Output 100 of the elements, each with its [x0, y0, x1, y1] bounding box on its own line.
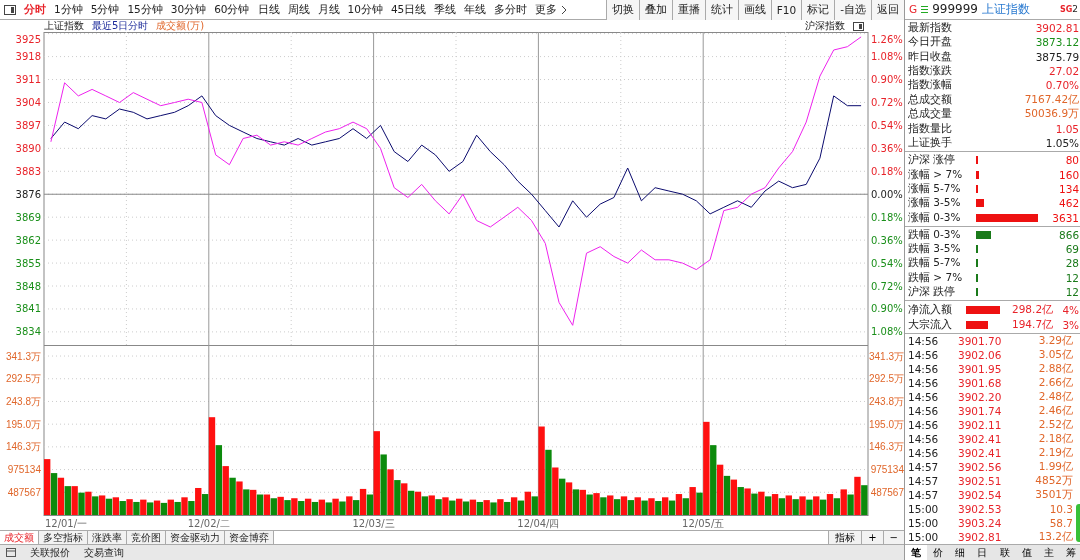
tick-volume: 58.7: [1049, 517, 1074, 530]
chevron-right-icon[interactable]: [561, 4, 568, 15]
axis-label: 3834: [15, 326, 41, 338]
breadth-count: 12: [1065, 271, 1080, 284]
breadth-label: 涨幅 0-3%: [908, 210, 962, 225]
measure-label: 成交额(万): [156, 20, 205, 32]
axis-label: 0.00%: [871, 188, 903, 200]
tick-time: 14:57: [908, 489, 940, 502]
panel-toggle-icon[interactable]: [853, 21, 864, 31]
period-tab[interactable]: 年线: [460, 2, 491, 17]
period-tab[interactable]: 多分时: [490, 2, 532, 17]
axis-label: 3918: [15, 51, 41, 63]
indicator-tab[interactable]: 涨跌率: [88, 531, 127, 544]
toolbar-button[interactable]: 标记: [801, 0, 835, 20]
period-tab[interactable]: 45日线: [386, 2, 431, 17]
breadth-label: 涨幅 3-5%: [908, 196, 962, 211]
tick-price: 3901.95: [958, 363, 1003, 376]
breadth-label: 沪深 跌停: [908, 285, 957, 300]
tick-price: 3902.41: [958, 433, 1003, 446]
tick-price: 3901.68: [958, 377, 1003, 390]
stat-label: 今日开盘: [908, 35, 952, 50]
period-tab[interactable]: 60分钟: [210, 2, 254, 17]
stat-value: 7167.42亿: [1024, 92, 1080, 107]
bottom-link[interactable]: 关联报价: [30, 545, 70, 560]
period-tab[interactable]: 周线: [283, 2, 314, 17]
indicator-tab[interactable]: 资金博弈: [225, 531, 274, 544]
period-tab[interactable]: 10分钟: [343, 2, 387, 17]
toolbar-button[interactable]: 叠加: [638, 0, 672, 20]
breadth-label: 跌幅 0-3%: [908, 227, 962, 242]
panel-tab[interactable]: 笔: [905, 545, 928, 560]
bottom-link[interactable]: 交易查询: [84, 545, 124, 560]
flow-label: 大宗流入: [908, 317, 953, 332]
toolbar-button[interactable]: 切换: [605, 0, 639, 20]
tick-time: 14:56: [908, 363, 940, 376]
tick-price: 3902.53: [958, 503, 1003, 516]
date-label: 12/02/二: [187, 518, 230, 529]
security-code: 999999: [932, 2, 978, 17]
indicator-control[interactable]: 指标: [828, 531, 862, 544]
axis-label: 3897: [15, 119, 41, 131]
breadth-count: 866: [1059, 228, 1080, 241]
stat-value: 1.05%: [1045, 137, 1080, 150]
indicator-control[interactable]: −: [882, 531, 904, 544]
axis-label: 3904: [15, 96, 41, 108]
axis-label: 146.3万: [868, 441, 904, 453]
axis-label: 3925: [15, 33, 41, 45]
breadth-count: 462: [1059, 197, 1080, 210]
axis-label: 487567: [7, 486, 41, 498]
tick-time: 14:56: [908, 349, 940, 362]
panel-toggle-icon[interactable]: [4, 4, 16, 15]
period-tab[interactable]: 日线: [253, 2, 284, 17]
toolbar-button[interactable]: 重播: [671, 0, 705, 20]
tick-volume: 3501万: [1035, 488, 1074, 503]
axis-label: 3890: [15, 142, 41, 154]
axis-label: 1.08%: [871, 326, 903, 338]
toolbar-button[interactable]: 统计: [704, 0, 738, 20]
tick-time: 14:56: [908, 419, 940, 432]
axis-label: 1.08%: [871, 51, 903, 63]
date-label: 12/04/四: [517, 518, 560, 529]
tick-price: 3902.20: [958, 391, 1003, 404]
period-tab[interactable]: 月线: [313, 2, 344, 17]
tick-time: 14:56: [908, 335, 940, 348]
axis-label: 3869: [15, 211, 41, 223]
stat-label: 指数量比: [908, 121, 952, 136]
axis-label: 292.5万: [5, 373, 41, 385]
period-tab[interactable]: 30分钟: [166, 2, 211, 17]
stat-label: 总成交量: [908, 107, 952, 122]
tick-volume: 2.48亿: [1038, 390, 1074, 405]
indicator-tab[interactable]: 竞价图: [127, 531, 166, 544]
flow-amount: 194.7亿: [1012, 317, 1054, 332]
toolbar-button[interactable]: 画线: [737, 0, 771, 20]
period-tab[interactable]: 1分钟: [50, 2, 87, 17]
tick-price: 3902.81: [958, 531, 1003, 544]
window-icon[interactable]: [6, 548, 16, 557]
menu-icon[interactable]: [921, 4, 929, 14]
indicator-tab[interactable]: 资金驱动力: [166, 531, 225, 544]
breadth-label: 跌幅 3-5%: [908, 242, 962, 257]
flow-bar: [966, 320, 989, 329]
tick-volume: 2.46亿: [1038, 404, 1074, 419]
period-tab[interactable]: 分时: [20, 2, 50, 17]
axis-label: 3855: [15, 257, 41, 269]
tick-volume: 2.52亿: [1038, 418, 1074, 433]
tick-time: 14:56: [908, 405, 940, 418]
indicator-control[interactable]: +: [861, 531, 883, 544]
toolbar-button[interactable]: F10: [770, 0, 802, 20]
date-label: 12/03/三: [352, 518, 395, 529]
breadth-count: 69: [1065, 243, 1080, 256]
tick-price: 3902.56: [958, 461, 1003, 474]
breadth-label: 沪深 涨停: [908, 153, 957, 168]
indicator-tab[interactable]: 多空指标: [39, 531, 88, 544]
axis-label: 3848: [15, 280, 41, 292]
period-tab[interactable]: 更多: [531, 2, 562, 17]
stat-value: 0.70%: [1045, 79, 1080, 92]
period-tab[interactable]: 15分钟: [123, 2, 167, 17]
period-tab[interactable]: 5分钟: [86, 2, 124, 17]
tick-time: 14:56: [908, 433, 940, 446]
toolbar-button[interactable]: 返回: [871, 0, 904, 20]
stat-value: 50036.9万: [1024, 107, 1080, 122]
period-tab[interactable]: 季线: [430, 2, 461, 17]
tick-volume: 2.66亿: [1038, 376, 1074, 391]
toolbar-button[interactable]: -自选: [834, 0, 871, 20]
